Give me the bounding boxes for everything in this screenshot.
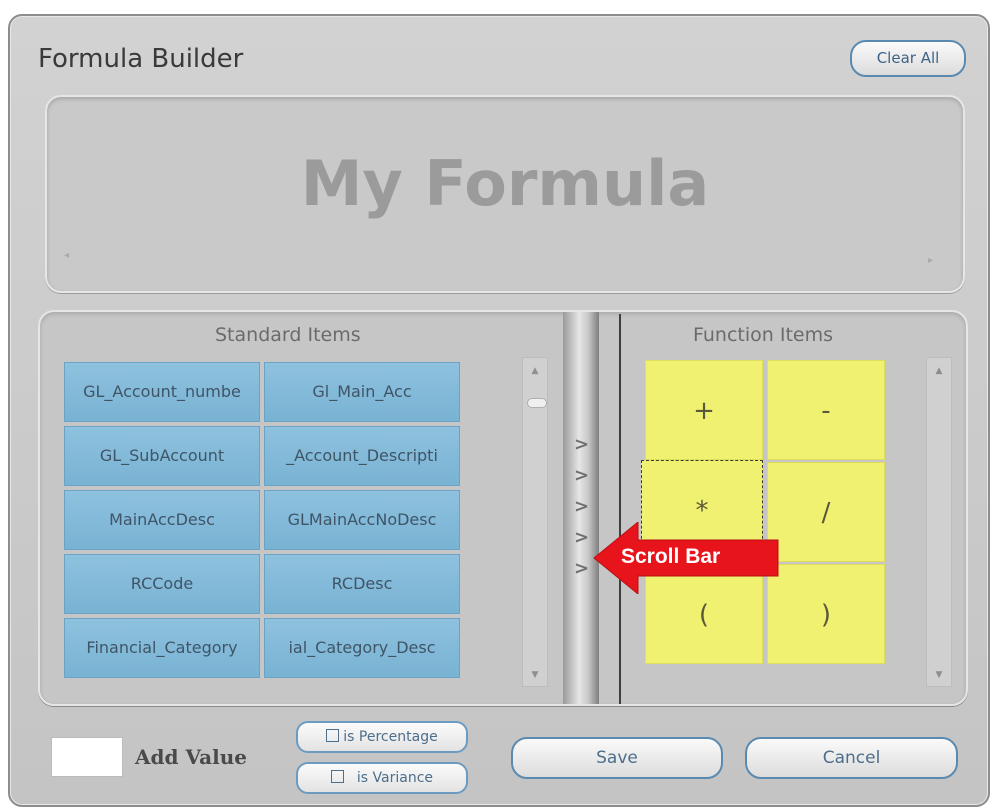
save-button[interactable]: Save [511,737,723,779]
chevron-right-icon: > [574,558,590,579]
standard-items-scrollbar[interactable]: ▲ ▼ [522,357,548,687]
standard-item-button[interactable]: RCDesc [264,554,460,614]
scroll-bar-annotation-label: Scroll Bar [621,545,721,568]
chevron-right-icon: > [574,465,590,486]
formula-editor[interactable]: My Formula [45,95,965,293]
dialog-title: Formula Builder [38,44,244,74]
function-items-title: Function Items [693,324,834,346]
add-value-input[interactable] [51,737,123,777]
standard-item-button[interactable]: Gl_Main_Acc [264,362,460,422]
standard-item-button[interactable]: RCCode [64,554,260,614]
panel-divider [619,314,621,704]
standard-item-button[interactable]: GL_Account_numbe [64,362,260,422]
cancel-button[interactable]: Cancel [745,737,958,779]
scroll-up-icon[interactable]: ▲ [927,366,951,376]
standard-items-title: Standard Items [215,324,361,346]
is-percentage-toggle[interactable]: is Percentage [296,721,468,753]
scroll-left-icon[interactable]: ◂ [64,250,69,261]
standard-item-button[interactable]: ial_Category_Desc [264,618,460,678]
checkbox-icon[interactable] [330,770,344,783]
function-item-button[interactable]: + [645,360,763,460]
standard-item-button[interactable]: GLMainAccNoDesc [264,490,460,550]
scroll-down-icon[interactable]: ▼ [927,670,951,680]
standard-item-button[interactable]: MainAccDesc [64,490,260,550]
standard-item-button[interactable]: GL_SubAccount [64,426,260,486]
clear-all-button[interactable]: Clear All [850,40,966,77]
add-value-label: Add Value [135,745,247,769]
scroll-up-icon[interactable]: ▲ [523,366,547,376]
standard-item-button[interactable]: Financial_Category [64,618,260,678]
is-percentage-label: is Percentage [343,729,438,745]
scrollbar-thumb[interactable] [527,398,547,408]
chevron-right-icon: > [574,434,590,455]
checkbox-icon[interactable] [326,729,340,742]
function-item-button[interactable]: / [767,462,885,562]
is-variance-label: is Variance [356,770,434,786]
chevron-right-icon: > [574,527,590,548]
is-variance-toggle[interactable]: is Variance [296,762,468,794]
standard-item-button[interactable]: _Account_Descripti [264,426,460,486]
function-items-scrollbar[interactable]: ▲ ▼ [926,357,952,687]
function-item-button[interactable]: - [767,360,885,460]
function-item-button[interactable]: ) [767,564,885,664]
scroll-right-icon[interactable]: ▸ [928,255,933,266]
chevron-right-icon: > [574,496,590,517]
formula-text: My Formula [300,147,710,220]
scroll-down-icon[interactable]: ▼ [523,670,547,680]
